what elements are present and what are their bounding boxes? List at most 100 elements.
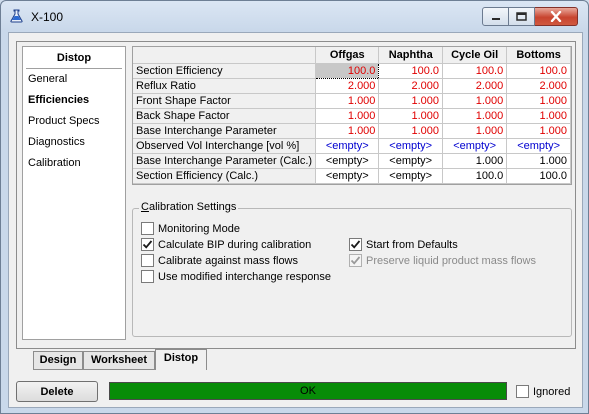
checkbox-label: Calculate BIP during calibration xyxy=(158,238,312,251)
calibration-settings-group: Calibration Settings Monitoring Mode Cal… xyxy=(132,201,572,337)
grid-cell[interactable]: <empty> xyxy=(315,138,380,154)
efficiencies-grid: Offgas Naphtha Cycle Oil Bottoms Section… xyxy=(132,46,572,185)
close-button[interactable] xyxy=(535,7,578,26)
app-window: X-100 Distop General Efficiencies Produc… xyxy=(0,0,589,414)
grid-cell[interactable]: 1.000 xyxy=(315,93,380,109)
nav-item-product-specs[interactable]: Product Specs xyxy=(23,111,125,132)
grid-cell[interactable]: 1.000 xyxy=(442,108,508,124)
table-row: Reflux Ratio 2.000 2.000 2.000 2.000 xyxy=(133,78,571,94)
checkmark-icon xyxy=(142,240,153,249)
checkbox-box[interactable] xyxy=(349,238,362,251)
grid-cell[interactable]: 1.000 xyxy=(506,93,571,109)
row-label: Reflux Ratio xyxy=(133,78,317,94)
status-bar: OK xyxy=(109,382,507,400)
grid-cell[interactable]: 100.0 xyxy=(378,63,443,79)
checkbox-box[interactable] xyxy=(141,270,154,283)
grid-cell[interactable]: 1.000 xyxy=(506,123,571,139)
row-label: Base Interchange Parameter (Calc.) xyxy=(133,153,317,169)
table-row: Back Shape Factor 1.000 1.000 1.000 1.00… xyxy=(133,108,571,124)
grid-cell[interactable]: 2.000 xyxy=(506,78,571,94)
grid-corner xyxy=(133,47,317,64)
group-title: Calibration Settings xyxy=(139,201,239,213)
table-row: Section Efficiency 100.0 100.0 100.0 100… xyxy=(133,62,571,79)
table-row: Front Shape Factor 1.000 1.000 1.000 1.0… xyxy=(133,93,571,109)
grid-cell[interactable]: <empty> xyxy=(442,138,508,154)
grid-cell[interactable]: 1.000 xyxy=(442,93,508,109)
nav-item-general[interactable]: General xyxy=(23,69,125,90)
grid-cell: <empty> xyxy=(378,168,443,184)
tab-distop[interactable]: Distop xyxy=(155,349,207,370)
modified-interchange-checkbox[interactable]: Use modified interchange response xyxy=(141,270,331,283)
nav-item-calibration[interactable]: Calibration xyxy=(23,153,125,174)
grid-cell[interactable]: 2.000 xyxy=(315,78,380,94)
row-label: Section Efficiency (Calc.) xyxy=(133,168,317,184)
checkbox-label: Ignored xyxy=(533,385,571,398)
close-icon xyxy=(550,11,562,22)
grid-cell: <empty> xyxy=(315,153,380,169)
grid-cell[interactable]: 1.000 xyxy=(506,108,571,124)
flask-icon xyxy=(10,9,23,23)
nav-item-efficiencies[interactable]: Efficiencies xyxy=(23,90,125,111)
minimize-icon xyxy=(491,17,500,20)
row-label: Section Efficiency xyxy=(133,63,317,79)
checkmark-icon xyxy=(350,256,361,265)
checkmark-icon xyxy=(350,240,361,249)
grid-cell: <empty> xyxy=(378,153,443,169)
grid-cell[interactable]: 1.000 xyxy=(378,108,443,124)
column-header: Cycle Oil xyxy=(442,47,508,64)
grid-cell[interactable]: <empty> xyxy=(506,138,571,154)
ignored-checkbox[interactable]: Ignored xyxy=(516,385,570,398)
distop-tab-panel: Distop General Efficiencies Product Spec… xyxy=(16,41,576,349)
bottom-bar: Delete OK Ignored xyxy=(9,377,582,407)
grid-cell[interactable]: 1.000 xyxy=(315,123,380,139)
tab-design[interactable]: Design xyxy=(33,351,83,370)
calculate-bip-checkbox[interactable]: Calculate BIP during calibration xyxy=(141,238,311,251)
maximize-button[interactable] xyxy=(509,7,535,26)
row-label: Front Shape Factor xyxy=(133,93,317,109)
delete-button[interactable]: Delete xyxy=(16,381,98,402)
grid-cell: 100.0 xyxy=(506,168,571,184)
grid-cell[interactable]: 2.000 xyxy=(442,78,508,94)
row-label: Back Shape Factor xyxy=(133,108,317,124)
checkbox-box xyxy=(349,254,362,267)
window-title: X-100 xyxy=(31,10,64,24)
checkbox-box[interactable] xyxy=(141,238,154,251)
column-header: Bottoms xyxy=(506,47,571,64)
tab-worksheet[interactable]: Worksheet xyxy=(83,351,155,370)
checkbox-label: Start from Defaults xyxy=(366,238,458,251)
grid-cell: 1.000 xyxy=(442,153,508,169)
nav-item-diagnostics[interactable]: Diagnostics xyxy=(23,132,125,153)
row-label: Observed Vol Interchange [vol %] xyxy=(133,138,317,154)
checkbox-box[interactable] xyxy=(141,222,154,235)
grid-cell[interactable]: 1.000 xyxy=(442,123,508,139)
grid-cell[interactable]: 1.000 xyxy=(315,108,380,124)
checkbox-label: Use modified interchange response xyxy=(158,270,332,283)
table-row: Section Efficiency (Calc.) <empty> <empt… xyxy=(133,168,571,184)
grid-cell[interactable]: 100.0 xyxy=(315,62,380,79)
calibrate-mass-flows-checkbox[interactable]: Calibrate against mass flows xyxy=(141,254,298,267)
table-row: Observed Vol Interchange [vol %] <empty>… xyxy=(133,138,571,154)
grid-cell[interactable]: 100.0 xyxy=(506,63,571,79)
row-label: Base Interchange Parameter xyxy=(133,123,317,139)
grid-cell[interactable]: 1.000 xyxy=(378,93,443,109)
start-from-defaults-checkbox[interactable]: Start from Defaults xyxy=(349,238,458,251)
checkbox-label: Preserve liquid product mass flows xyxy=(366,254,536,267)
page-nav-list: Distop General Efficiencies Product Spec… xyxy=(22,46,126,340)
grid-cell[interactable]: 2.000 xyxy=(378,78,443,94)
grid-cell[interactable]: 100.0 xyxy=(442,63,508,79)
checkbox-box[interactable] xyxy=(141,254,154,267)
monitoring-mode-checkbox[interactable]: Monitoring Mode xyxy=(141,222,240,235)
grid-cell: <empty> xyxy=(315,168,380,184)
table-row: Base Interchange Parameter 1.000 1.000 1… xyxy=(133,123,571,139)
minimize-button[interactable] xyxy=(482,7,509,26)
checkbox-label: Monitoring Mode xyxy=(158,222,240,235)
grid-cell: 100.0 xyxy=(442,168,508,184)
grid-cell[interactable]: <empty> xyxy=(378,138,443,154)
title-bar[interactable]: X-100 xyxy=(1,1,588,31)
table-row: Base Interchange Parameter (Calc.) <empt… xyxy=(133,153,571,169)
grid-cell: 1.000 xyxy=(506,153,571,169)
column-header: Offgas xyxy=(315,47,380,64)
grid-cell[interactable]: 1.000 xyxy=(378,123,443,139)
preserve-liquid-mass-flows-checkbox: Preserve liquid product mass flows xyxy=(349,254,536,267)
checkbox-box[interactable] xyxy=(516,385,529,398)
